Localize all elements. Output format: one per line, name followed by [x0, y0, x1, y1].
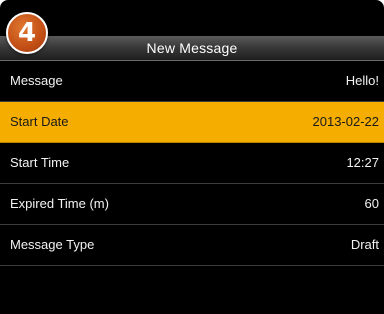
menu-item-start-time[interactable]: Start Time 12:27: [0, 143, 384, 184]
menu-item-label: Message: [10, 73, 63, 88]
menu-item-start-date[interactable]: Start Date 2013-02-22: [0, 102, 384, 143]
menu-item-value: Draft: [350, 237, 379, 252]
step-number-badge: 4: [6, 12, 48, 54]
settings-list: Message Hello! Start Date 2013-02-22 Sta…: [0, 61, 384, 266]
menu-item-value: 60: [364, 196, 379, 211]
menu-item-label: Expired Time (m): [10, 196, 109, 211]
menu-item-message[interactable]: Message Hello!: [0, 61, 384, 102]
menu-item-value: Hello!: [345, 73, 379, 88]
menu-item-label: Message Type: [10, 237, 95, 252]
title-bar: New Message: [0, 36, 384, 61]
menu-item-value: 2013-02-22: [312, 114, 380, 129]
menu-item-label: Start Date: [10, 114, 69, 129]
device-screen: 4 New Message Message Hello! Start Date …: [0, 0, 384, 314]
page-title: New Message: [146, 40, 238, 56]
menu-item-message-type[interactable]: Message Type Draft: [0, 225, 384, 266]
step-number: 4: [17, 18, 37, 48]
menu-item-label: Start Time: [10, 155, 70, 170]
menu-item-value: 12:27: [346, 155, 379, 170]
menu-item-expired-time[interactable]: Expired Time (m) 60: [0, 184, 384, 225]
